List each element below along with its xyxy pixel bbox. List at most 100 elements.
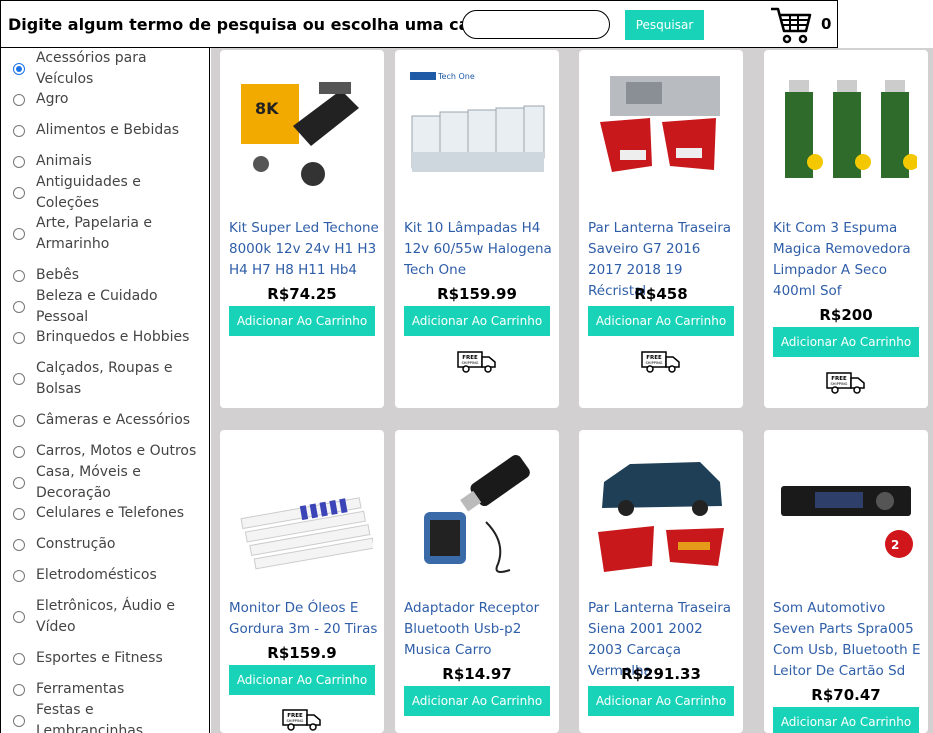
category-radio[interactable] xyxy=(13,507,25,520)
category-label: Animais xyxy=(36,153,92,169)
product-card[interactable]: Par Lanterna Traseira Saveiro G7 2016 20… xyxy=(579,50,743,408)
category-item[interactable]: Ferramentas xyxy=(1,679,206,700)
category-radio[interactable] xyxy=(13,186,25,199)
category-item[interactable]: Brinquedos e Hobbies xyxy=(1,327,206,348)
bluetooth-adapter-image[interactable] xyxy=(406,442,548,584)
category-label: Câmeras e Acessórios xyxy=(36,412,191,428)
add-to-cart-button[interactable]: Adicionar Ao Carrinho xyxy=(229,665,375,695)
svg-text:8K: 8K xyxy=(255,99,279,118)
product-card[interactable]: Kit Com 3 Espuma Magica Removedora Limpa… xyxy=(764,50,928,408)
product-card[interactable]: Monitor De Óleos E Gordura 3m - 20 Tiras… xyxy=(220,430,384,733)
category-item[interactable]: Câmeras e Acessórios xyxy=(1,410,206,431)
category-label: Calçados, Roupas e Bolsas xyxy=(36,360,173,397)
add-to-cart-button[interactable]: Adicionar Ao Carrinho xyxy=(229,306,375,336)
top-bar: Digite algum termo de pesquisa ou escolh… xyxy=(0,0,838,48)
category-item[interactable]: Acessórios para Veículos xyxy=(1,50,206,87)
category-label: Antiguidades e Coleções xyxy=(36,173,141,211)
product-title[interactable]: Kit Super Led Techone 8000k 12v 24v H1 H… xyxy=(229,218,379,281)
product-title[interactable]: Som Automotivo Seven Parts Spra005 Com U… xyxy=(773,598,923,682)
category-radio[interactable] xyxy=(13,373,25,385)
product-title[interactable]: Adaptador Receptor Bluetooth Usb-p2 Musi… xyxy=(404,598,554,661)
category-label: Beleza e Cuidado Pessoal xyxy=(36,287,158,325)
product-title[interactable]: Kit Com 3 Espuma Magica Removedora Limpa… xyxy=(773,218,923,302)
category-item[interactable]: Eletrônicos, Áudio e Vídeo xyxy=(1,596,206,638)
category-item[interactable]: Carros, Motos e Outros xyxy=(1,441,206,462)
svg-text:Tech One: Tech One xyxy=(437,72,475,81)
category-radio[interactable] xyxy=(13,300,25,313)
category-radio[interactable] xyxy=(13,228,25,240)
product-price: R$14.97 xyxy=(442,665,512,683)
search-prompt: Digite algum termo de pesquisa ou escolh… xyxy=(8,15,541,34)
category-label: Alimentos e Bebidas xyxy=(36,122,180,138)
category-item[interactable]: Agro xyxy=(1,89,206,110)
car-stereo-image[interactable]: 2 xyxy=(775,442,917,584)
category-radio[interactable] xyxy=(13,62,25,75)
category-radio[interactable] xyxy=(13,124,25,137)
product-card[interactable]: Tech One Kit 10 Lâmpadas H4 12v 60/55w Ha… xyxy=(395,50,559,408)
category-item[interactable]: Alimentos e Bebidas xyxy=(1,120,206,141)
category-item[interactable]: Bebês xyxy=(1,265,206,286)
category-radio[interactable] xyxy=(13,414,25,427)
category-label: Eletrônicos, Áudio e Vídeo xyxy=(36,598,175,635)
category-radio[interactable] xyxy=(13,569,25,582)
product-card[interactable]: 2 Som Automotivo Seven Parts Spra005 Com … xyxy=(764,430,928,733)
svg-text:2: 2 xyxy=(891,538,899,552)
product-card[interactable]: 8K Kit Super Led Techone 8000k 12v 24v H1… xyxy=(220,50,384,408)
add-to-cart-button[interactable]: Adicionar Ao Carrinho xyxy=(773,327,919,357)
spray-cans-image[interactable] xyxy=(775,62,917,204)
category-radio[interactable] xyxy=(13,445,25,458)
product-price: R$70.47 xyxy=(811,686,881,704)
add-to-cart-button[interactable]: Adicionar Ao Carrinho xyxy=(588,306,734,336)
category-item[interactable]: Eletrodomésticos xyxy=(1,565,206,586)
category-item[interactable]: Beleza e Cuidado Pessoal xyxy=(1,288,206,325)
search-input[interactable] xyxy=(462,10,610,39)
category-item[interactable]: Esportes e Fitness xyxy=(1,648,206,669)
car-tail-light-image[interactable] xyxy=(590,442,732,584)
category-radio[interactable] xyxy=(13,714,25,727)
category-label: Brinquedos e Hobbies xyxy=(36,329,190,345)
category-item[interactable]: Antiguidades e Coleções xyxy=(1,174,206,211)
category-radio[interactable] xyxy=(13,331,25,344)
category-label: Construção xyxy=(36,536,116,552)
category-item[interactable]: Casa, Móveis e Decoração xyxy=(1,464,206,501)
category-item[interactable]: Animais xyxy=(1,151,206,172)
category-radio[interactable] xyxy=(13,538,25,551)
product-card[interactable]: Adaptador Receptor Bluetooth Usb-p2 Musi… xyxy=(395,430,559,733)
category-item[interactable]: Arte, Papelaria e Armarinho xyxy=(1,213,206,255)
product-grid: 8K Kit Super Led Techone 8000k 12v 24v H1… xyxy=(211,48,933,733)
category-radio[interactable] xyxy=(13,476,25,489)
category-item[interactable]: Celulares e Telefones xyxy=(1,503,206,524)
free-shipping-icon: FREESHIPPING xyxy=(826,372,865,394)
search-button[interactable]: Pesquisar xyxy=(625,10,704,40)
category-item[interactable]: Festas e Lembrancinhas xyxy=(1,702,206,733)
category-radio[interactable] xyxy=(13,683,25,696)
category-item[interactable]: Construção xyxy=(1,534,206,555)
tail-light-image[interactable] xyxy=(590,62,732,204)
add-to-cart-button[interactable]: Adicionar Ao Carrinho xyxy=(773,707,919,733)
category-radio[interactable] xyxy=(13,611,25,623)
product-title[interactable]: Monitor De Óleos E Gordura 3m - 20 Tiras xyxy=(229,598,379,640)
add-to-cart-button[interactable]: Adicionar Ao Carrinho xyxy=(404,306,550,336)
free-shipping-icon: FREESHIPPING xyxy=(641,351,680,373)
category-radio[interactable] xyxy=(13,652,25,665)
free-shipping-icon: FREESHIPPING xyxy=(457,351,496,373)
shopping-cart-icon[interactable] xyxy=(769,5,813,45)
product-price: R$200 xyxy=(819,306,873,324)
add-to-cart-button[interactable]: Adicionar Ao Carrinho xyxy=(588,686,734,716)
free-shipping-line2: SHIPPING xyxy=(462,361,479,365)
lamp-boxes-image[interactable]: Tech One xyxy=(406,62,548,204)
product-price: R$74.25 xyxy=(267,285,337,303)
category-radio[interactable] xyxy=(13,155,25,168)
category-item[interactable]: Calçados, Roupas e Bolsas xyxy=(1,358,206,400)
product-card[interactable]: Par Lanterna Traseira Siena 2001 2002 20… xyxy=(579,430,743,733)
free-shipping-line2: SHIPPING xyxy=(831,382,848,386)
category-radio[interactable] xyxy=(13,269,25,282)
led-kit-image[interactable]: 8K xyxy=(231,62,373,204)
test-strips-image[interactable] xyxy=(231,442,373,584)
category-radio[interactable] xyxy=(13,93,25,106)
category-label: Acessórios para Veículos xyxy=(36,49,147,87)
add-to-cart-button[interactable]: Adicionar Ao Carrinho xyxy=(404,686,550,716)
product-title[interactable]: Kit 10 Lâmpadas H4 12v 60/55w Halogena T… xyxy=(404,218,554,281)
category-label: Carros, Motos e Outros xyxy=(36,443,197,459)
product-price: R$458 xyxy=(634,285,688,303)
